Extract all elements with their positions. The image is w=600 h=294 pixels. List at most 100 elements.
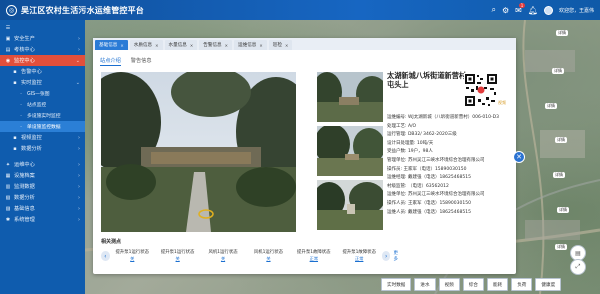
inflow-button[interactable]: 进水	[414, 278, 436, 291]
related-point[interactable]: 提升泵1故障状态 正常	[291, 250, 336, 262]
tab-inspection[interactable]: 巡检 ✕	[268, 40, 293, 50]
map-marker-tag[interactable]: 详情	[545, 103, 557, 109]
info-line: 操作人员: 王家军（电话）15890030150	[387, 200, 471, 206]
related-point-status: 正常	[355, 256, 364, 261]
sidebar-item-label: 安全生产	[14, 36, 35, 42]
comprehensive-button[interactable]: 综合	[462, 278, 484, 291]
search-icon[interactable]: ⌕	[491, 5, 495, 15]
video-hint[interactable]: 视频	[498, 100, 506, 106]
sidebar-item-analysis-sub[interactable]: ▪ 数据分析 ›	[0, 143, 85, 154]
sidebar-item-realtime[interactable]: ▪ 实时监控 ⌄	[0, 77, 85, 88]
sidebar-item-basic-info[interactable]: ▨ 基础信息 ›	[0, 203, 85, 214]
sidebar-item-system[interactable]: ✱ 系统管理 ›	[0, 214, 85, 225]
menu-icon: ☰	[5, 24, 11, 31]
close-icon[interactable]: ✕	[225, 43, 228, 48]
realtime-data-button[interactable]: 实时数据	[381, 278, 412, 291]
related-point[interactable]: 提升泵1故障状态 正常	[337, 250, 382, 262]
subtab-site-intro[interactable]: 站点介绍	[100, 57, 121, 66]
site-photo-thumb[interactable]	[317, 180, 383, 230]
related-point[interactable]: 风机1运行状态关	[246, 250, 291, 262]
site-photo-thumb[interactable]	[317, 126, 383, 176]
tab-water-volume[interactable]: 水量信息 ✕	[164, 40, 198, 50]
qr-code-icon[interactable]	[464, 73, 498, 107]
sidebar-item-alarm[interactable]: ▪ 告警中心	[0, 66, 85, 77]
tab-label: 告警信息	[203, 43, 222, 48]
sidebar-item-monitoring[interactable]: ◉ 监控中心 ⌄	[0, 55, 85, 66]
sidebar-item-safety[interactable]: ▣ 安全生产 ›	[0, 33, 85, 44]
avatar[interactable]	[543, 5, 553, 15]
settings-icon[interactable]: ⚙	[502, 6, 509, 15]
close-icon[interactable]: ✕	[190, 43, 193, 48]
map-marker-tag[interactable]: 详情	[552, 68, 564, 74]
bell-icon[interactable]: 🔔︎	[528, 6, 538, 15]
related-point[interactable]: 提升泵1运行状态关	[155, 250, 200, 262]
tab-basic-info[interactable]: 基础信息 ✕	[95, 40, 128, 50]
video-button[interactable]: 视频	[438, 278, 460, 291]
sidebar-item-label: 实时监控	[21, 80, 42, 86]
sidebar-item-operations[interactable]: ✦ 运维中心 ›	[0, 159, 85, 170]
load-button[interactable]: 负荷	[511, 278, 533, 291]
site-photo-thumb[interactable]	[317, 72, 383, 122]
wrench-icon: ✦	[5, 161, 11, 168]
tab-ops-info[interactable]: 运维信息 ✕	[234, 40, 267, 50]
close-icon[interactable]: ✕	[155, 43, 158, 48]
sidebar-item-analysis[interactable]: ▧ 数据分析 ›	[0, 192, 85, 203]
more-link[interactable]: 更多	[393, 250, 401, 262]
prev-arrow-icon[interactable]: ‹	[101, 251, 110, 261]
map-marker-tag[interactable]: 详情	[557, 207, 569, 213]
tab-alarm-info[interactable]: 告警信息 ✕	[199, 40, 232, 50]
user-greeting[interactable]: 欢迎您，王嘉伟	[559, 7, 594, 14]
map-marker-tag[interactable]: 详情	[553, 172, 565, 178]
sidebar-item-label: 监控中心	[14, 58, 35, 64]
related-points-carousel: ‹ 提升泵1运行状态关 提升泵1运行状态关 风机1运行状态关 风机1运行状态关 …	[101, 246, 401, 266]
notification-badge: 1	[519, 2, 525, 8]
energy-button[interactable]: 能耗	[487, 278, 509, 291]
sidebar-item-label: 视频监控	[21, 135, 42, 141]
map-marker-tag[interactable]: 详情	[555, 137, 567, 143]
fullscreen-button[interactable]: ⤢	[570, 259, 586, 275]
map-marker-tag[interactable]: 详情	[555, 244, 567, 250]
info-line: 操作员: 王家军（电话）15890030150	[387, 166, 467, 172]
subtab-alarm-info[interactable]: 警告信息	[131, 57, 152, 66]
bullet-icon: ·	[20, 112, 22, 119]
notification-icon[interactable]: ✉ 1	[515, 2, 525, 15]
tab-water-quality[interactable]: 水质信息 ✕	[129, 40, 163, 50]
tab-label: 水量信息	[168, 43, 187, 48]
close-icon: ✕	[516, 153, 522, 161]
sidebar-item-gis[interactable]: · GIS一张图	[0, 88, 85, 99]
related-point-status: 正常	[309, 256, 319, 261]
health-button[interactable]: 健康度	[535, 278, 562, 291]
sidebar-item-monitor-data[interactable]: ▥ 监测数据 ›	[0, 181, 85, 192]
map-marker-tag[interactable]: 详情	[556, 30, 568, 36]
sidebar-item-single-facility[interactable]: · 单设施监控数据	[0, 121, 85, 132]
close-icon[interactable]: ✕	[259, 43, 262, 48]
sidebar-item-label: 数据分析	[21, 146, 42, 152]
info-line: 设计日处理量: 10吨/天	[387, 140, 434, 146]
related-point-status: 关	[266, 256, 271, 261]
sidebar-collapse-toggle[interactable]: ☰	[0, 22, 85, 33]
sidebar-item-site-monitor[interactable]: · 站点监控	[0, 99, 85, 110]
sidebar-item-video[interactable]: ▪ 视频监控 ›	[0, 132, 85, 143]
related-points-title: 相关测点	[101, 239, 122, 245]
sidebar-item-assessment[interactable]: ▤ 考核中心 ›	[0, 44, 85, 55]
sidebar-item-label: 单设施监控数据	[27, 125, 61, 130]
close-icon[interactable]: ✕	[120, 43, 123, 48]
sidebar-item-label: 考核中心	[14, 47, 35, 53]
sidebar-item-label: 告警中心	[21, 69, 42, 75]
site-photo-main[interactable]	[101, 72, 296, 232]
bullet-icon: ·	[20, 123, 22, 130]
detail-tabs: 基础信息 ✕ 水质信息 ✕ 水量信息 ✕ 告警信息 ✕ 运维信息 ✕ 巡检 ✕	[93, 38, 516, 50]
archive-icon: ▦	[5, 172, 11, 179]
next-arrow-icon[interactable]: ›	[381, 251, 391, 261]
chevron-right-icon: ›	[78, 183, 80, 190]
header-actions: ⌕ ⚙ ✉ 1 🔔︎ 欢迎您，王嘉伟	[491, 2, 594, 15]
tab-label: 水质信息	[133, 43, 153, 48]
info-line: 运维人员: 戴建强（电话）18625468515	[387, 209, 471, 215]
sidebar-item-archive[interactable]: ▦ 设施档案 ›	[0, 170, 85, 181]
chevron-right-icon: ›	[78, 205, 80, 212]
related-point[interactable]: 提升泵1运行状态关	[110, 250, 155, 262]
popup-close-button[interactable]: ✕	[513, 151, 525, 163]
sidebar-item-multi-facility[interactable]: · 多设施实时监控	[0, 110, 85, 121]
related-point[interactable]: 风机1运行状态关	[200, 250, 245, 262]
close-icon[interactable]: ✕	[285, 43, 288, 48]
